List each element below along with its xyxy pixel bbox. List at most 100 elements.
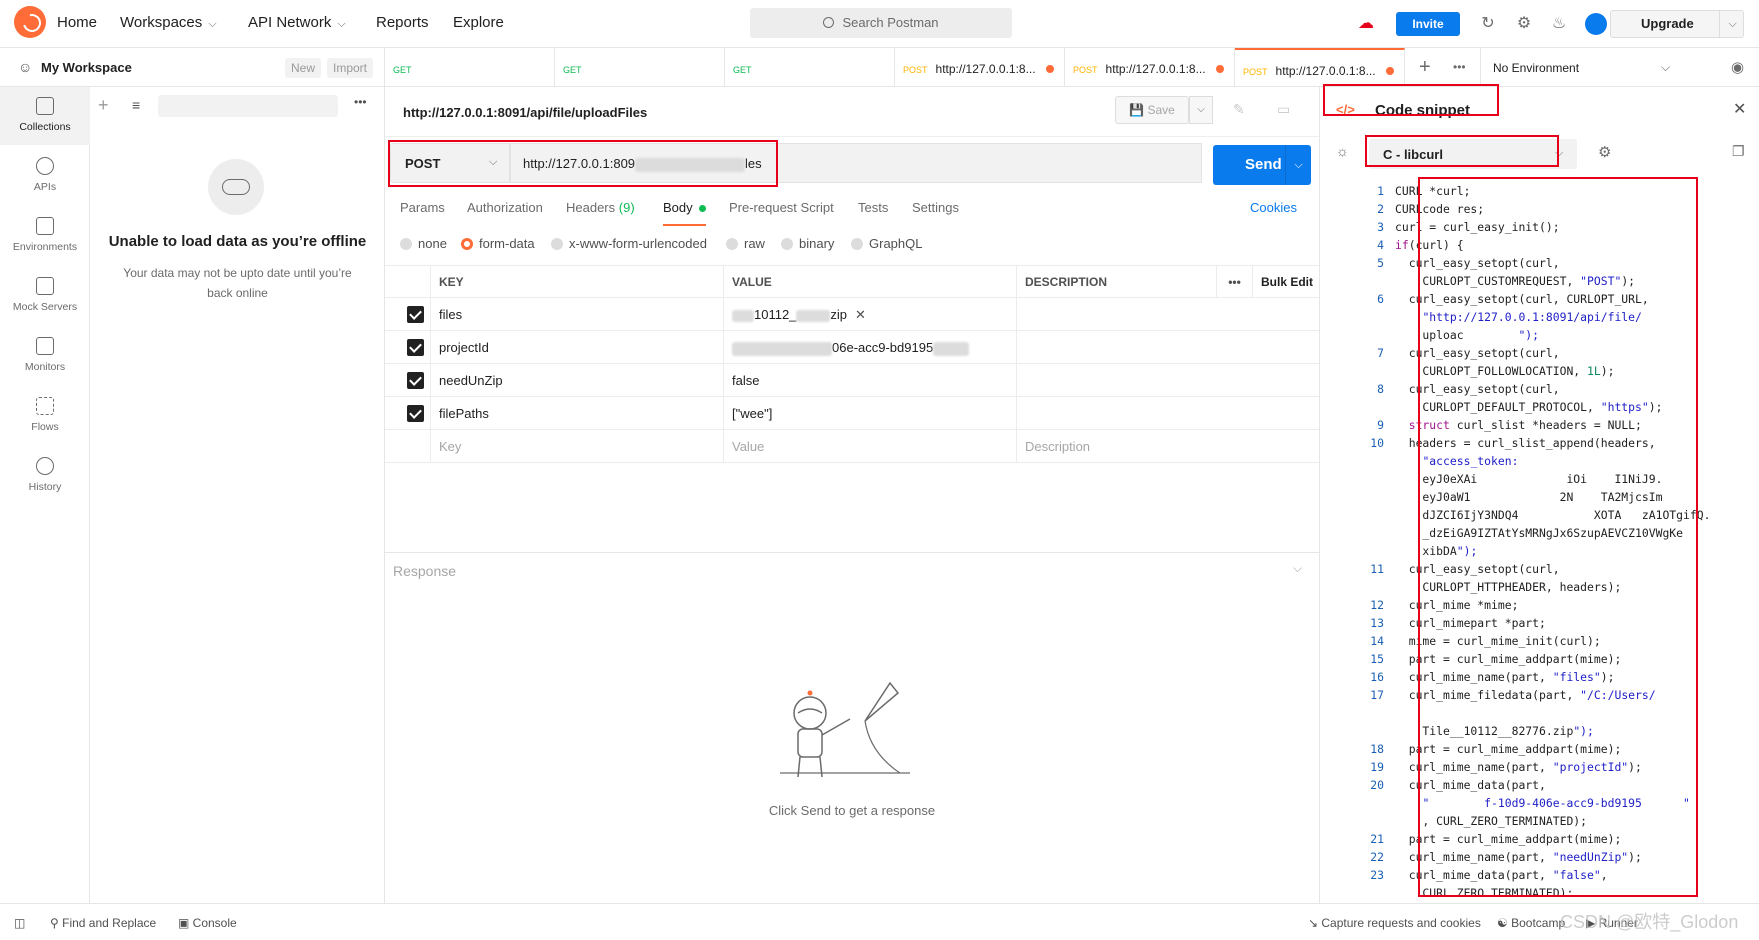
- radio-x-www-form-urlencoded[interactable]: x-www-form-urlencoded: [551, 236, 707, 251]
- row-checkbox-cell[interactable]: [385, 364, 430, 397]
- tab-authorization[interactable]: Authorization: [467, 200, 543, 215]
- description-cell[interactable]: [1016, 331, 1319, 364]
- checkbox-checked-icon[interactable]: [407, 339, 424, 356]
- avatar[interactable]: [1585, 13, 1607, 35]
- nav-reports[interactable]: Reports: [376, 14, 429, 31]
- new-key-input[interactable]: Key: [430, 430, 723, 463]
- row-checkbox-cell[interactable]: [385, 331, 430, 364]
- collections-search-input[interactable]: [158, 95, 338, 117]
- settings-gear-icon[interactable]: ⚙: [1514, 14, 1534, 34]
- copy-icon[interactable]: ❐: [1732, 143, 1745, 160]
- environment-selector[interactable]: No Environment ⌵: [1480, 48, 1680, 87]
- console-button[interactable]: ▣ Console: [178, 916, 237, 930]
- notification-bell-icon[interactable]: ♨: [1549, 14, 1569, 34]
- rail-item-apis[interactable]: APIs: [0, 147, 90, 205]
- environments-icon: [36, 217, 54, 235]
- checkbox-checked-icon[interactable]: [407, 405, 424, 422]
- request-tab[interactable]: GET: [725, 48, 895, 87]
- new-button[interactable]: New: [285, 58, 322, 78]
- checkbox-checked-icon[interactable]: [407, 306, 424, 323]
- row-checkbox-cell[interactable]: [385, 298, 430, 331]
- chevron-down-icon[interactable]: ⌵: [1719, 11, 1745, 37]
- capture-requests-button[interactable]: ↘ Capture requests and cookies: [1308, 916, 1481, 930]
- value-cell[interactable]: 10112_ zip ✕: [723, 298, 1016, 331]
- edit-pencil-icon[interactable]: ✎: [1233, 101, 1245, 118]
- upgrade-button[interactable]: Upgrade ⌵: [1610, 10, 1744, 38]
- new-description-input[interactable]: Description: [1016, 430, 1319, 463]
- key-cell[interactable]: projectId: [430, 331, 723, 364]
- more-tabs-icon[interactable]: •••: [1453, 60, 1466, 74]
- request-tab[interactable]: POST http://127.0.0.1:8...: [1065, 48, 1235, 87]
- rail-item-collections[interactable]: Collections: [0, 87, 90, 145]
- description-cell[interactable]: [1016, 364, 1319, 397]
- more-options-icon[interactable]: •••: [1216, 265, 1252, 298]
- sync-icon[interactable]: ↻: [1478, 14, 1498, 34]
- invite-button[interactable]: Invite: [1396, 12, 1460, 36]
- request-tab[interactable]: GET: [385, 48, 555, 87]
- request-tab[interactable]: GET: [555, 48, 725, 87]
- cookies-link[interactable]: Cookies: [1250, 200, 1297, 215]
- chevron-down-icon[interactable]: ⌵: [1189, 96, 1213, 124]
- offline-cloud-icon[interactable]: ☁: [1356, 14, 1376, 34]
- radio-none[interactable]: none: [400, 236, 447, 251]
- tab-headers[interactable]: Headers (9): [566, 200, 635, 215]
- lightbulb-icon[interactable]: ☼: [1336, 143, 1349, 159]
- search-input[interactable]: Search Postman: [750, 8, 1012, 38]
- request-tab[interactable]: POST http://127.0.0.1:8...: [895, 48, 1065, 87]
- new-value-input[interactable]: Value: [723, 430, 1016, 463]
- nav-explore[interactable]: Explore: [453, 14, 504, 31]
- rail-item-environments[interactable]: Environments: [0, 207, 90, 265]
- save-button[interactable]: 💾 Save: [1115, 96, 1189, 124]
- rail-item-flows[interactable]: Flows: [0, 387, 90, 445]
- more-options-icon[interactable]: •••: [354, 95, 367, 109]
- import-button[interactable]: Import: [327, 58, 374, 78]
- tab-params[interactable]: Params: [400, 200, 445, 215]
- bulk-edit-button[interactable]: Bulk Edit: [1252, 265, 1319, 298]
- workspace-name[interactable]: My Workspace: [41, 60, 132, 75]
- chevron-down-icon[interactable]: ⌵: [1293, 561, 1302, 576]
- rail-item-monitors[interactable]: Monitors: [0, 327, 90, 385]
- checkbox-checked-icon[interactable]: [407, 372, 424, 389]
- nav-workspaces[interactable]: Workspaces ⌵: [120, 14, 217, 31]
- rail-item-mock-servers[interactable]: Mock Servers: [0, 267, 90, 325]
- radio-form-data[interactable]: form-data: [461, 236, 535, 251]
- value-cell[interactable]: ["wee"]: [723, 397, 1016, 430]
- radio-graphql[interactable]: GraphQL: [851, 236, 922, 251]
- rail-item-history[interactable]: History: [0, 447, 90, 505]
- radio-raw[interactable]: raw: [726, 236, 765, 251]
- tab-settings[interactable]: Settings: [912, 200, 959, 215]
- tab-prerequest-script[interactable]: Pre-request Script: [729, 200, 834, 215]
- collections-icon: [36, 97, 54, 115]
- key-cell[interactable]: files: [430, 298, 723, 331]
- bootcamp-button[interactable]: ☯ Bootcamp: [1497, 916, 1565, 930]
- settings-gear-icon[interactable]: ⚙: [1598, 143, 1611, 161]
- remove-file-icon[interactable]: ✕: [855, 307, 866, 322]
- description-cell[interactable]: [1016, 298, 1319, 331]
- chevron-down-icon[interactable]: ⌵: [1285, 145, 1311, 185]
- filter-icon[interactable]: ≡: [132, 97, 140, 113]
- tab-body[interactable]: Body: [663, 200, 706, 226]
- description-cell[interactable]: [1016, 397, 1319, 430]
- send-button[interactable]: Send ⌵: [1213, 145, 1311, 185]
- close-icon[interactable]: ✕: [1733, 99, 1746, 119]
- eye-icon[interactable]: ◉: [1731, 58, 1744, 76]
- value-cell[interactable]: false: [723, 364, 1016, 397]
- add-icon[interactable]: +: [98, 95, 109, 116]
- response-title[interactable]: Response: [393, 563, 456, 579]
- new-tab-icon[interactable]: +: [1419, 56, 1431, 79]
- tab-tests[interactable]: Tests: [858, 200, 888, 215]
- nav-api-network[interactable]: API Network ⌵: [248, 14, 346, 31]
- nav-home[interactable]: Home: [57, 14, 97, 31]
- request-tab-active[interactable]: POST http://127.0.0.1:8...: [1235, 48, 1405, 87]
- key-cell[interactable]: filePaths: [430, 397, 723, 430]
- chevron-down-icon: ⌵: [1661, 60, 1671, 74]
- row-checkbox-cell[interactable]: [385, 397, 430, 430]
- upgrade-label: Upgrade: [1641, 16, 1694, 31]
- value-cell[interactable]: 06e-acc9-bd9195: [723, 331, 1016, 364]
- comments-icon[interactable]: ▭: [1277, 101, 1290, 118]
- find-replace-button[interactable]: ⚲ Find and Replace: [50, 916, 156, 930]
- radio-binary[interactable]: binary: [781, 236, 834, 251]
- key-cell[interactable]: needUnZip: [430, 364, 723, 397]
- sidebar-toggle-icon[interactable]: ◫: [14, 916, 25, 930]
- postman-logo-icon[interactable]: [14, 6, 46, 38]
